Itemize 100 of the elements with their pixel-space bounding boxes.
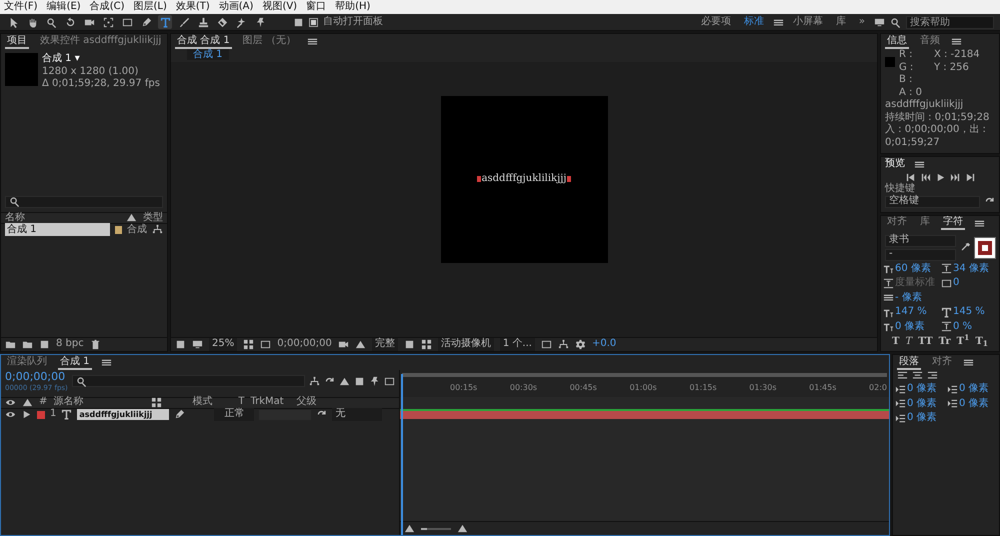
grid-icon[interactable] xyxy=(243,339,254,350)
views-dropdown[interactable]: 1 个... xyxy=(500,338,535,351)
checkbox[interactable] xyxy=(309,18,318,26)
search-field[interactable] xyxy=(5,196,163,208)
new-folder-icon[interactable] xyxy=(22,339,33,350)
text-style-button[interactable]: TT xyxy=(917,335,934,349)
tool-button[interactable] xyxy=(158,15,172,29)
workspace-tab[interactable]: 必要项 xyxy=(696,16,735,28)
resolution-dropdown[interactable]: 完整 xyxy=(372,338,398,351)
skip-back-icon[interactable] xyxy=(904,172,916,183)
panel-tab[interactable]: 对齐 xyxy=(930,356,954,370)
layer-name[interactable]: asddfffgjukliikjjj xyxy=(77,409,170,420)
panel-tab[interactable]: 图层 （无） xyxy=(240,34,298,48)
workspace-tab[interactable]: 小屏幕 xyxy=(788,16,827,28)
tool-button[interactable] xyxy=(101,15,115,29)
search-field[interactable] xyxy=(72,375,305,388)
camera-dropdown[interactable]: 活动摄像机 xyxy=(438,338,494,351)
eyedropper-icon[interactable] xyxy=(960,242,971,253)
tool-button[interactable] xyxy=(215,15,229,29)
panel-tab[interactable]: 信息 xyxy=(885,34,909,48)
panel-menu-icon[interactable] xyxy=(100,357,112,368)
info-text: 入 : 0;00;00;00，出 : 0;01;59;27 xyxy=(885,124,987,149)
parent-dropdown[interactable]: 无 xyxy=(332,408,382,421)
align-icon[interactable] xyxy=(927,370,938,381)
mode-dropdown[interactable]: 正常 xyxy=(214,408,254,421)
transparency-icon[interactable] xyxy=(420,339,432,350)
shortcut-dropdown[interactable]: 空格键 xyxy=(885,196,980,208)
trkmat-field[interactable] xyxy=(259,410,312,420)
panel-tab[interactable]: 对齐 xyxy=(885,216,909,230)
align-icon[interactable] xyxy=(912,370,923,381)
menu-item[interactable]: 文件(F) xyxy=(4,0,38,14)
horizontal-scale-field[interactable]: 145 % xyxy=(953,306,985,318)
font-dropdown[interactable]: 隶书 xyxy=(885,234,956,246)
tsume-field[interactable]: 0 % xyxy=(953,320,972,333)
workspace-tab[interactable]: 库 xyxy=(832,16,850,28)
current-timecode[interactable]: 0;00;00;00 xyxy=(5,370,68,384)
menu-item[interactable]: 图层(L) xyxy=(133,0,167,14)
vertical-scale-field[interactable]: 147 % xyxy=(895,306,927,318)
zoom-dropdown[interactable]: 25% xyxy=(209,338,238,351)
fill-stroke-swatch[interactable] xyxy=(975,238,995,258)
expand-arrow-icon[interactable] xyxy=(21,409,32,420)
rotate-icon xyxy=(64,16,76,28)
indent-field[interactable]: 0 像素 xyxy=(959,398,989,410)
text-style-button[interactable]: Tr xyxy=(938,335,952,349)
panel-tab[interactable]: 合成 1 xyxy=(58,356,92,370)
font-size-field[interactable]: 60 像素 xyxy=(895,262,931,275)
text-style-button[interactable]: T$^{1}$ xyxy=(956,335,970,349)
menu-item[interactable]: 编辑(E) xyxy=(46,0,81,14)
indent-field[interactable]: 0 像素 xyxy=(907,412,937,424)
breadcrumb[interactable]: 合成 1 xyxy=(187,49,229,60)
stroke-width-field[interactable]: - 像素 xyxy=(895,292,922,304)
panel-menu-icon[interactable] xyxy=(306,36,318,47)
flowchart-icon[interactable] xyxy=(558,339,569,350)
flowchart-icon[interactable] xyxy=(152,224,163,236)
text-style-button[interactable]: T xyxy=(904,335,914,349)
panel-tab[interactable]: 字符 xyxy=(941,216,965,230)
exposure-icon[interactable] xyxy=(574,339,586,350)
folder-icon[interactable] xyxy=(5,339,16,350)
menu-item[interactable]: 视图(V) xyxy=(262,0,298,14)
font-style-dropdown[interactable]: - xyxy=(885,248,956,260)
menu-item[interactable]: 合成(C) xyxy=(90,0,124,14)
panel-menu-icon[interactable] xyxy=(951,36,962,47)
align-icon[interactable] xyxy=(897,370,908,381)
menu-item[interactable]: 效果(T) xyxy=(176,0,210,14)
leading-field[interactable]: 34 像素 xyxy=(953,262,989,275)
monitor-icon[interactable] xyxy=(192,339,203,350)
timecode[interactable]: 0;00;00;00 xyxy=(277,338,332,351)
eye-icon[interactable] xyxy=(5,409,16,420)
panel-tab[interactable]: 效果控件 asddfffgjukliikjjj xyxy=(38,34,164,48)
skip-forward-icon[interactable] xyxy=(964,172,976,183)
text-style-button[interactable]: T xyxy=(891,335,900,349)
indent-field[interactable]: 0 像素 xyxy=(907,398,937,410)
panel-menu-icon[interactable] xyxy=(914,159,925,170)
workspace-tab[interactable]: 标准 xyxy=(740,16,768,28)
indent-field[interactable]: 0 像素 xyxy=(959,383,989,396)
text-style-button[interactable]: T$_{1}$ xyxy=(974,335,989,349)
tool-button[interactable] xyxy=(196,15,210,29)
tool-button[interactable] xyxy=(177,15,191,29)
menu-item[interactable]: 帮助(H) xyxy=(335,0,370,14)
step-back-icon[interactable] xyxy=(920,172,930,183)
panel-menu-icon[interactable] xyxy=(963,357,974,368)
panel-tab[interactable]: 项目 xyxy=(5,34,29,48)
menu-item[interactable]: 窗口 xyxy=(306,0,326,14)
project-item[interactable]: 合成 1 xyxy=(5,223,110,236)
label-swatch[interactable] xyxy=(37,410,45,418)
panel-tab[interactable]: 段落 xyxy=(897,356,921,370)
overflow-button[interactable]: » xyxy=(854,16,869,28)
indent-field[interactable]: 0 像素 xyxy=(907,383,937,396)
menu-item[interactable]: 动画(A) xyxy=(218,0,254,14)
step-forward-icon[interactable] xyxy=(950,172,960,183)
bit-depth[interactable]: 8 bpc xyxy=(56,338,84,351)
search-field[interactable]: 搜索帮助 xyxy=(906,16,994,28)
exposure-value[interactable]: +0.0 xyxy=(592,338,616,351)
tracking-field[interactable]: 0 xyxy=(953,277,960,290)
panel-tab[interactable]: 音频 xyxy=(918,34,942,48)
baseline-shift-field[interactable]: 0 像素 xyxy=(895,320,925,333)
panel-tab[interactable]: 库 xyxy=(918,216,932,230)
panel-tab[interactable]: 渲染队列 xyxy=(5,356,49,370)
trash-icon[interactable] xyxy=(90,339,101,350)
monitor-icon[interactable] xyxy=(874,16,885,28)
